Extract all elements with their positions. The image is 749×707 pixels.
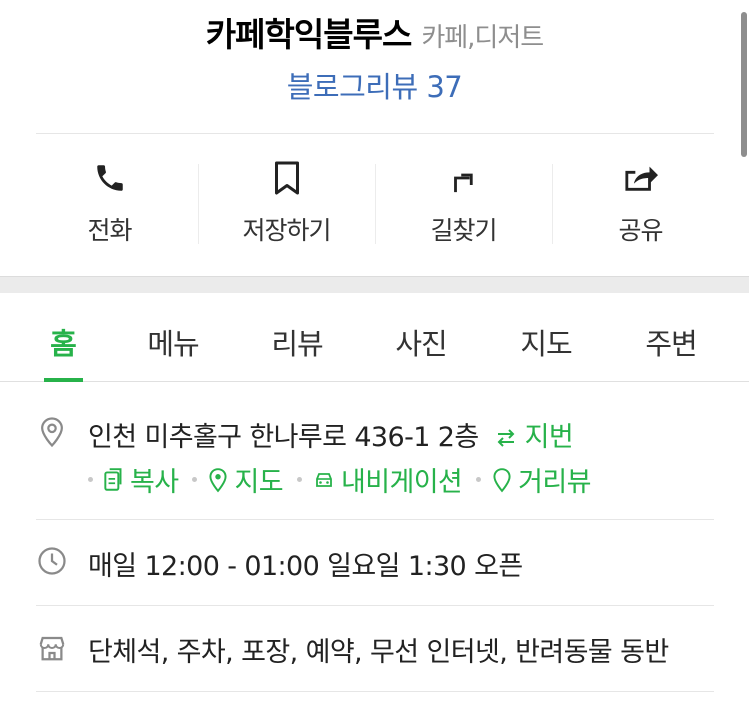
streetview-icon (493, 467, 511, 492)
address-text: 인천 미추홀구 한나루로 436-1 2층 (88, 422, 479, 453)
address-line: 인천 미추홀구 한나루로 436-1 2층 지번 (88, 415, 574, 454)
hours-row[interactable]: 매일 12:00 - 01:00 일요일 1:30 오픈 (36, 544, 714, 584)
map-pin-icon (209, 467, 228, 492)
copy-label: 복사 (130, 467, 179, 498)
place-category: 카페,디저트 (421, 23, 544, 53)
place-name: 카페학익블루스 (205, 15, 413, 54)
bookmark-icon (267, 158, 307, 198)
navigation-label: 내비게이션 (340, 467, 463, 498)
copy-address-button[interactable]: 복사 (103, 460, 179, 499)
tab-bar: 홈 메뉴 리뷰 사진 지도 주변 (0, 293, 749, 382)
location-pin-icon (36, 415, 68, 449)
hours-text: 매일 12:00 - 01:00 일요일 1:30 오픈 (88, 551, 523, 582)
car-icon (316, 472, 332, 487)
view-map-button[interactable]: 지도 (207, 460, 284, 499)
separator-dot (296, 477, 302, 482)
separator-dot (88, 477, 93, 482)
action-divider (552, 164, 553, 244)
tab-reviews[interactable]: 리뷰 (242, 321, 352, 363)
amenities-row: 단체석, 주차, 포장, 예약, 무선 인터넷, 반려동물 동반 (36, 630, 714, 670)
navigation-button[interactable]: 내비게이션 (312, 460, 463, 499)
tab-nearby[interactable]: 주변 (616, 321, 726, 363)
address-links: 복사 지도 내비게이션 거리뷰 (88, 460, 605, 499)
divider (36, 519, 714, 520)
save-label: 저장하기 (242, 216, 331, 245)
tab-home[interactable]: 홈 (8, 321, 118, 363)
tab-photos[interactable]: 사진 (366, 321, 476, 363)
clock-icon (36, 544, 68, 578)
divider (36, 605, 714, 606)
action-divider (198, 164, 199, 244)
street-view-button[interactable]: 거리뷰 (491, 460, 592, 499)
store-icon (36, 631, 68, 665)
separator-dot (192, 477, 198, 482)
lot-number-label: 지번 (524, 422, 574, 453)
action-divider (375, 164, 376, 244)
share-icon (621, 158, 661, 198)
swap-icon (497, 429, 515, 447)
divider (36, 691, 714, 692)
place-header: 카페학익블루스 카페,디저트 블로그리뷰 37 전화 저장하기 길찾기 공유 (0, 0, 749, 276)
address-row: 인천 미추홀구 한나루로 436-1 2층 지번 복사 지도 내비게이션 거리뷰 (36, 412, 714, 518)
directions-button[interactable]: 길찾기 (375, 150, 552, 250)
share-label: 공유 (618, 216, 663, 245)
amenities-text: 단체석, 주차, 포장, 예약, 무선 인터넷, 반려동물 동반 (88, 637, 669, 668)
separator-dot (476, 477, 482, 482)
active-tab-indicator (44, 378, 83, 382)
section-gap (0, 276, 749, 293)
directions-icon (444, 158, 484, 198)
call-label: 전화 (87, 216, 132, 245)
copy-icon (104, 467, 122, 491)
tab-menu[interactable]: 메뉴 (118, 321, 228, 363)
map-label: 지도 (234, 467, 283, 498)
save-button[interactable]: 저장하기 (198, 150, 375, 250)
phone-icon (90, 158, 130, 198)
directions-label: 길찾기 (430, 216, 497, 245)
title-row: 카페학익블루스 카페,디저트 (0, 8, 749, 56)
share-button[interactable]: 공유 (552, 150, 729, 250)
action-bar: 전화 저장하기 길찾기 공유 (21, 150, 729, 250)
blog-review-link[interactable]: 블로그리뷰 37 (0, 64, 749, 106)
divider (36, 133, 714, 134)
call-button[interactable]: 전화 (21, 150, 198, 250)
tab-map[interactable]: 지도 (491, 321, 601, 363)
lot-number-toggle[interactable]: 지번 (495, 422, 574, 453)
scrollbar[interactable] (741, 12, 747, 157)
street-view-label: 거리뷰 (518, 467, 591, 498)
